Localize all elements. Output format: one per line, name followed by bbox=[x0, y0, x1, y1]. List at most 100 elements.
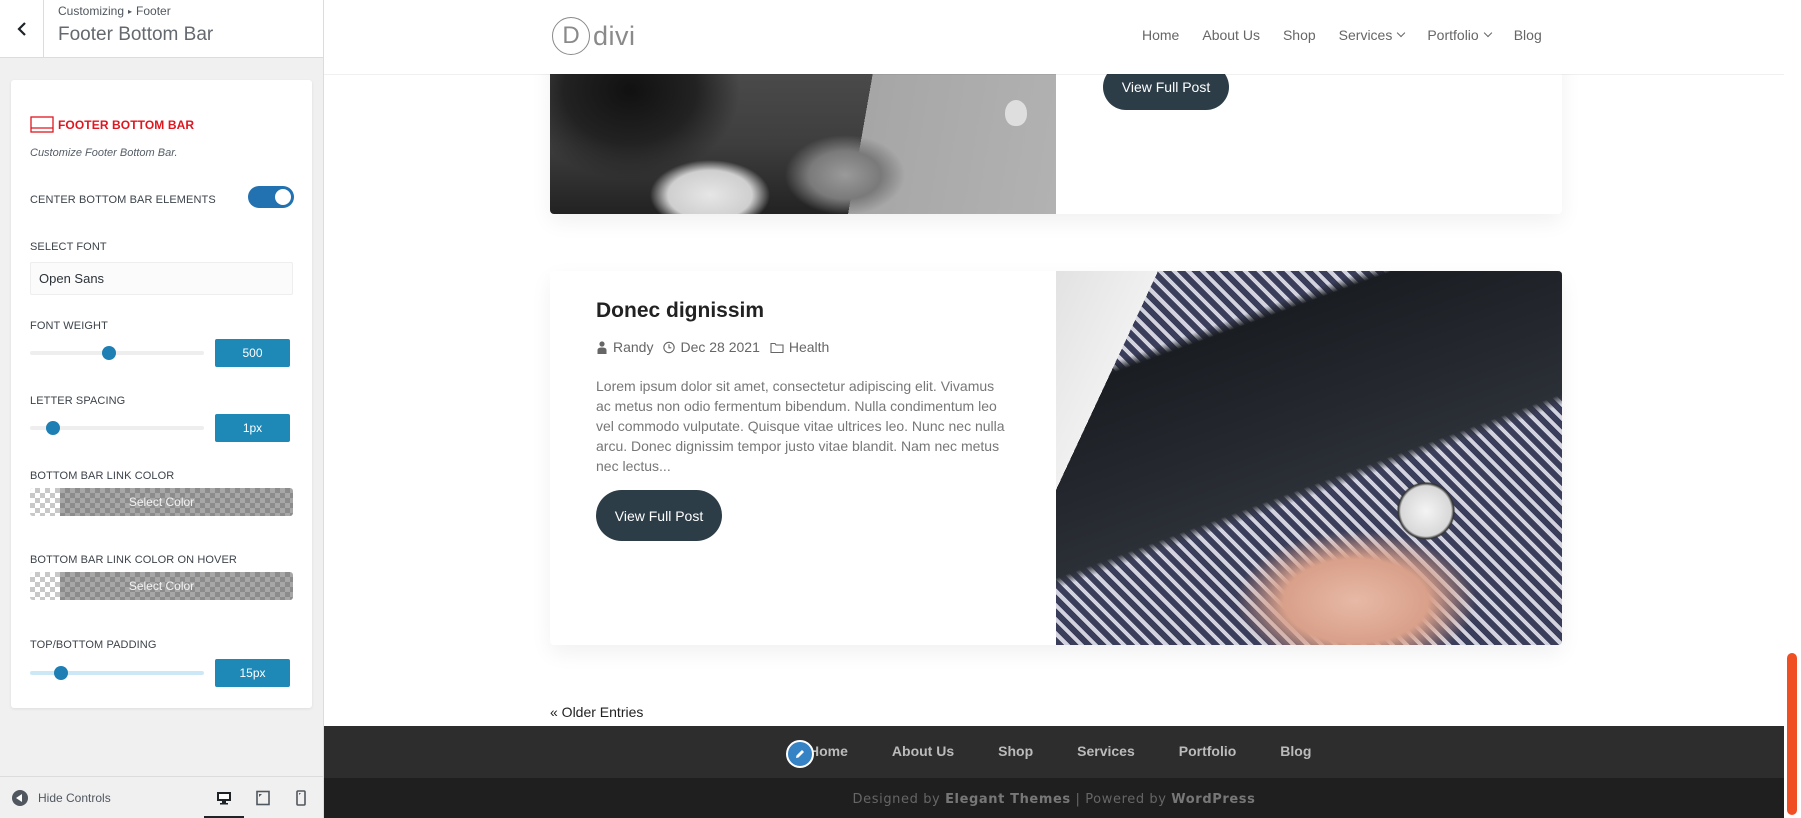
post-card: Donec dignissim Randy Dec 28 2021 Health… bbox=[550, 271, 1562, 645]
letter-spacing-label: LETTER SPACING bbox=[30, 395, 126, 407]
user-icon bbox=[597, 340, 607, 354]
older-entries-link[interactable]: « Older Entries bbox=[550, 704, 643, 720]
section-header: FOOTER BOTTOM BAR bbox=[30, 116, 194, 133]
category-link[interactable]: Health bbox=[789, 339, 829, 355]
center-elements-toggle[interactable] bbox=[248, 186, 294, 208]
main-nav: Home About Us Shop Services Portfolio Bl… bbox=[1142, 27, 1565, 43]
nav-label: Shop bbox=[1282, 27, 1316, 43]
toggle-knob bbox=[275, 189, 291, 205]
select-color-label: Select Color bbox=[128, 579, 195, 593]
view-full-post-button[interactable]: View Full Post bbox=[596, 490, 722, 541]
nav-about-us[interactable]: About Us bbox=[1202, 27, 1260, 43]
nav-label: Services bbox=[1338, 27, 1393, 43]
site-header: D divi Home About Us Shop Services Portf… bbox=[324, 0, 1784, 74]
footer-credits: Designed by Elegant Themes | Powered by … bbox=[324, 792, 1784, 807]
padding-value[interactable]: 15px bbox=[215, 659, 290, 687]
nav-label: About Us bbox=[1202, 27, 1260, 43]
mobile-icon bbox=[296, 790, 306, 806]
footer-link-home[interactable]: Home bbox=[809, 743, 848, 759]
nav-shop[interactable]: Shop bbox=[1283, 27, 1316, 43]
nav-home[interactable]: Home bbox=[1142, 27, 1179, 43]
slider-thumb[interactable] bbox=[54, 666, 68, 680]
slider-thumb[interactable] bbox=[102, 346, 116, 360]
font-weight-slider[interactable] bbox=[30, 346, 204, 360]
post-category: Health bbox=[770, 339, 829, 355]
letter-spacing-value[interactable]: 1px bbox=[215, 414, 290, 442]
pencil-icon bbox=[796, 750, 804, 758]
edit-shortcut-button[interactable] bbox=[786, 740, 814, 768]
post-date: Dec 28 2021 bbox=[663, 339, 760, 355]
post-excerpt: Lorem ipsum dolor sit amet, consectetur … bbox=[596, 378, 1005, 474]
chevron-down-icon bbox=[1483, 28, 1492, 38]
date-text: Dec 28 2021 bbox=[680, 339, 760, 355]
footer-nav: Home About Us Shop Services Portfolio Bl… bbox=[324, 726, 1784, 778]
footer-links: Home About Us Shop Services Portfolio Bl… bbox=[784, 743, 1355, 759]
desktop-icon bbox=[217, 792, 231, 805]
platform-link[interactable]: WordPress bbox=[1171, 792, 1255, 807]
link-color-hover-label: BOTTOM BAR LINK COLOR ON HOVER bbox=[30, 554, 237, 566]
customizer-window: Customizing ▸ Footer Footer Bottom Bar FOO… bbox=[0, 0, 1801, 818]
credits-separator: | bbox=[1075, 792, 1081, 807]
footer-link-blog[interactable]: Blog bbox=[1280, 743, 1311, 759]
tablet-icon bbox=[256, 790, 270, 806]
preview-desktop-button[interactable] bbox=[204, 777, 244, 818]
link-color-hover-picker[interactable]: Select Color bbox=[30, 572, 293, 600]
select-font-label: SELECT FONT bbox=[30, 241, 107, 253]
nav-services[interactable]: Services bbox=[1338, 27, 1406, 43]
preview-mobile-button[interactable] bbox=[281, 777, 321, 818]
site-logo[interactable]: D divi bbox=[552, 17, 636, 55]
slider-thumb[interactable] bbox=[46, 421, 60, 435]
footer-link-about-us[interactable]: About Us bbox=[892, 743, 954, 759]
footer-link-services[interactable]: Services bbox=[1077, 743, 1135, 759]
designed-by-text: Designed by bbox=[852, 792, 941, 807]
chevron-down-icon bbox=[1397, 28, 1406, 38]
footer-bar-icon bbox=[30, 116, 54, 133]
link-color-picker[interactable]: Select Color bbox=[30, 488, 293, 516]
preview-tablet-button[interactable] bbox=[243, 777, 283, 818]
post-image-blood-pressure[interactable] bbox=[1056, 271, 1562, 645]
hide-controls-button[interactable]: Hide Controls bbox=[12, 790, 111, 806]
customizer-header: Customizing ▸ Footer Footer Bottom Bar bbox=[0, 0, 323, 58]
post-meta: Randy Dec 28 2021 Health bbox=[596, 339, 839, 355]
breadcrumb-parent: Footer bbox=[136, 4, 171, 18]
back-button[interactable] bbox=[0, 0, 44, 58]
footer-bottom-bar: Designed by Elegant Themes | Powered by … bbox=[324, 778, 1784, 818]
letter-spacing-slider[interactable] bbox=[30, 421, 204, 435]
font-weight-value[interactable]: 500 bbox=[215, 339, 290, 367]
nav-label: Portfolio bbox=[1427, 27, 1479, 43]
select-color-label: Select Color bbox=[128, 495, 195, 509]
link-color-label: BOTTOM BAR LINK COLOR bbox=[30, 470, 175, 482]
designer-link[interactable]: Elegant Themes bbox=[945, 792, 1071, 807]
hide-controls-label: Hide Controls bbox=[38, 791, 111, 805]
section-description: Customize Footer Bottom Bar. bbox=[30, 147, 178, 159]
chevron-left-icon bbox=[16, 22, 26, 36]
font-select[interactable]: Open Sans bbox=[30, 262, 293, 295]
panel-title: Footer Bottom Bar bbox=[58, 24, 214, 45]
nav-portfolio[interactable]: Portfolio bbox=[1427, 27, 1492, 43]
padding-slider[interactable] bbox=[30, 666, 204, 680]
nav-blog[interactable]: Blog bbox=[1514, 27, 1542, 43]
powered-by-text: Powered by bbox=[1085, 792, 1167, 807]
post-title[interactable]: Donec dignissim bbox=[596, 299, 764, 323]
nav-label: Home bbox=[1142, 27, 1180, 43]
clock-icon bbox=[663, 341, 676, 353]
footer-link-shop[interactable]: Shop bbox=[998, 743, 1033, 759]
site-preview: D divi Home About Us Shop Services Portf… bbox=[324, 0, 1801, 818]
customizer-sidebar: Customizing ▸ Footer Footer Bottom Bar FOO… bbox=[0, 0, 324, 818]
settings-panel: FOOTER BOTTOM BAR Customize Footer Botto… bbox=[11, 80, 312, 708]
footer-link-portfolio[interactable]: Portfolio bbox=[1179, 743, 1237, 759]
breadcrumb-separator: ▸ bbox=[128, 7, 133, 16]
breadcrumb: Customizing ▸ Footer bbox=[58, 4, 171, 18]
scrollbar-thumb[interactable] bbox=[1787, 653, 1797, 815]
apple-logo-icon bbox=[1005, 100, 1027, 126]
author-link[interactable]: Randy bbox=[613, 339, 653, 355]
section-title: FOOTER BOTTOM BAR bbox=[58, 117, 195, 132]
padding-label: TOP/BOTTOM PADDING bbox=[30, 639, 157, 651]
logo-mark: D bbox=[552, 17, 590, 55]
center-elements-label: CENTER BOTTOM BAR ELEMENTS bbox=[30, 194, 216, 206]
font-weight-label: FONT WEIGHT bbox=[30, 320, 108, 332]
folder-icon bbox=[770, 342, 784, 353]
customizer-footer: Hide Controls bbox=[0, 776, 323, 818]
collapse-icon bbox=[12, 790, 28, 806]
nav-label: Blog bbox=[1513, 27, 1542, 43]
